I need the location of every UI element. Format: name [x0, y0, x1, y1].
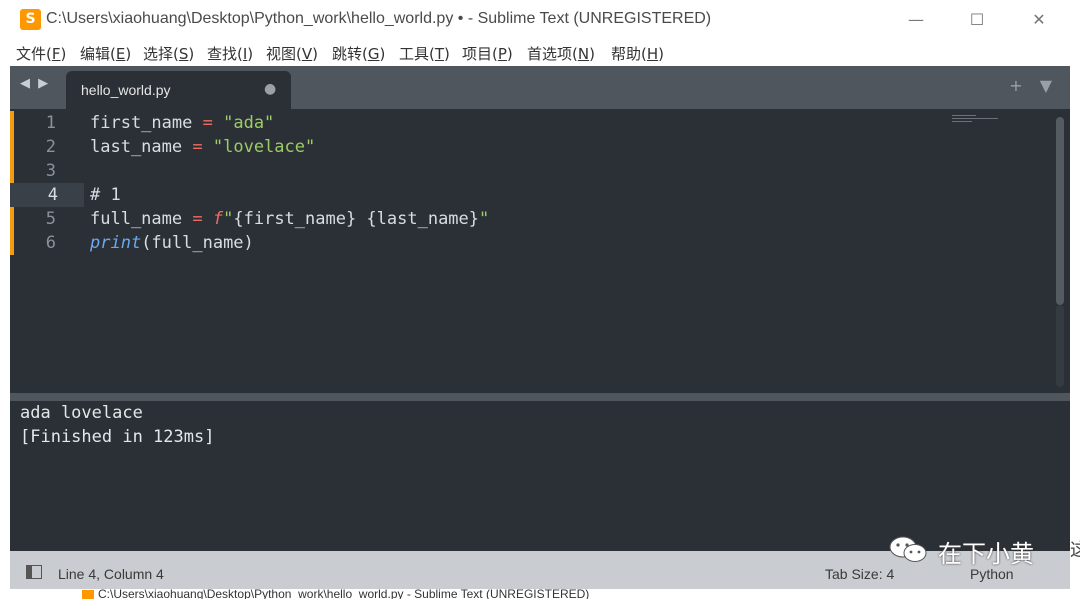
watermark-extra-text: 这 [1070, 540, 1080, 561]
editor-scroll-track[interactable] [1056, 305, 1064, 387]
watermark-text: 在下小黄 [938, 540, 1034, 568]
tab-hello-world[interactable]: hello_world.py ● [66, 71, 291, 109]
sublime-logo-icon: S [20, 9, 41, 30]
cursor-position: Line 4, Column 4 [58, 566, 164, 582]
wechat-icon [889, 536, 927, 562]
unsaved-dot-icon[interactable]: ● [264, 81, 276, 97]
code-text: # 1 [90, 185, 121, 205]
window-border-right [1070, 66, 1080, 599]
tab-nav-arrows-icon[interactable]: ◀ ▶ [20, 76, 50, 91]
maximize-button[interactable]: ☐ [957, 6, 997, 34]
window-border-left [0, 66, 10, 599]
line-number: 2 [45, 137, 56, 157]
line-number-active: 4 [10, 183, 84, 207]
sublime-logo-icon [82, 590, 94, 599]
window-title: C:\Users\xiaohuang\Desktop\Python_work\h… [46, 10, 712, 27]
background-window-titlebar: C:\Users\xiaohuang\Desktop\Python_work\h… [10, 589, 1070, 599]
menu-file[interactable]: 文件(F) [16, 43, 66, 64]
menu-goto[interactable]: 跳转(G) [332, 43, 385, 64]
code-line[interactable]: 2 last_name = "lovelace" [10, 135, 1050, 159]
tab-size-selector[interactable]: Tab Size: 4 [825, 566, 894, 582]
menu-edit[interactable]: 编辑(E) [80, 43, 131, 64]
code-line[interactable]: 6 print(full_name) [10, 231, 1050, 255]
menu-tools[interactable]: 工具(T) [399, 43, 450, 64]
minimize-button[interactable]: — [896, 6, 936, 34]
line-number: 1 [45, 113, 56, 133]
menu-bar: 文件(F) 编辑(E) 选择(S) 查找(I) 视图(V) 跳转(G) 工具(T… [0, 40, 1080, 66]
code-text: first_name = "ada" [90, 113, 275, 133]
build-output-panel[interactable]: ada lovelace [Finished in 123ms] [10, 401, 1070, 551]
menu-help[interactable]: 帮助(H) [611, 43, 664, 64]
code-line-active[interactable]: 4 # 1 [10, 183, 1050, 207]
output-line: [Finished in 123ms] [20, 427, 215, 447]
menu-preferences[interactable]: 首选项(N) [527, 43, 595, 64]
output-line: ada lovelace [20, 403, 143, 423]
code-line[interactable]: 1 first_name = "ada" [10, 111, 1050, 135]
menu-find[interactable]: 查找(I) [207, 43, 253, 64]
panel-toggle-icon[interactable] [26, 565, 42, 579]
tab-bar: ◀ ▶ hello_world.py ● + ▼ [10, 66, 1070, 109]
close-button[interactable]: ✕ [1019, 6, 1059, 34]
code-text: full_name = f"{first_name} {last_name}" [90, 209, 490, 229]
menu-view[interactable]: 视图(V) [266, 43, 318, 64]
line-number: 3 [45, 161, 56, 181]
code-text: last_name = "lovelace" [90, 137, 316, 157]
line-number: 6 [45, 233, 56, 253]
panel-divider[interactable] [10, 393, 1070, 401]
menu-selection[interactable]: 选择(S) [143, 43, 194, 64]
editor-scrollbar[interactable] [1056, 117, 1064, 305]
code-line[interactable]: 3 [10, 159, 1050, 183]
minimap[interactable] [952, 113, 1002, 129]
tab-add-and-list-icon[interactable]: + ▼ [1009, 76, 1058, 95]
code-text: print(full_name) [90, 233, 254, 253]
title-bar: S C:\Users\xiaohuang\Desktop\Python_work… [0, 0, 1080, 40]
code-line[interactable]: 5 full_name = f"{first_name} {last_name}… [10, 207, 1050, 231]
line-number: 5 [45, 209, 56, 229]
menu-project[interactable]: 项目(P) [462, 43, 513, 64]
code-editor[interactable]: 1 first_name = "ada" 2 last_name = "love… [10, 109, 1070, 393]
tab-label: hello_world.py [81, 82, 171, 98]
background-window-title: C:\Users\xiaohuang\Desktop\Python_work\h… [98, 589, 590, 599]
